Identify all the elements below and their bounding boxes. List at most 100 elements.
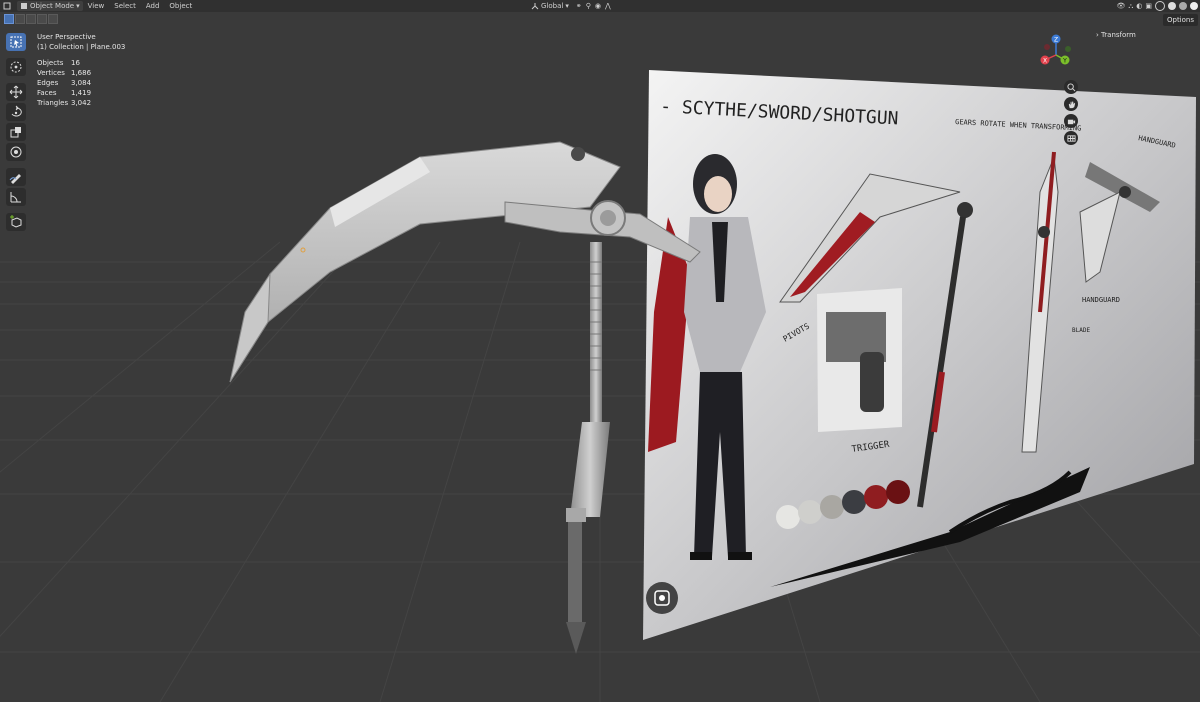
stat-value: 16 xyxy=(71,59,80,67)
mode-dropdown[interactable]: Object Mode ▾ xyxy=(17,1,83,11)
gizmo-x-label: X xyxy=(1043,58,1047,65)
gizmo-toggle-icon[interactable]: ⛬ xyxy=(1128,2,1133,11)
collection-info: (1) Collection | Plane.003 xyxy=(37,43,126,51)
hand-icon xyxy=(1068,100,1075,108)
rotate-tool[interactable] xyxy=(6,103,26,121)
add-cube-tool[interactable] xyxy=(6,213,26,231)
color-swatch xyxy=(776,505,800,529)
selection-mode-buttons xyxy=(4,14,58,24)
viewport-info: User Perspective (1) Collection | Plane.… xyxy=(37,32,125,108)
select-invert-button[interactable] xyxy=(37,14,47,24)
annotate-tool[interactable] xyxy=(6,168,26,186)
shading-controls: 👁 ⛬ ◐ ▣ xyxy=(1116,0,1198,12)
color-swatch xyxy=(842,490,866,514)
screenshot-icon[interactable] xyxy=(646,582,678,614)
gizmo-neg-x[interactable] xyxy=(1044,44,1050,50)
snap-icon[interactable]: ⚲ xyxy=(586,2,591,10)
orientation-dropdown[interactable]: Global ▾ xyxy=(528,1,572,11)
transform-panel-header[interactable]: › Transform xyxy=(1096,31,1136,39)
falloff-icon[interactable]: ⋀ xyxy=(605,2,611,10)
material-shading-icon[interactable] xyxy=(1179,2,1187,10)
tool-shelf xyxy=(4,32,28,233)
zoom-button[interactable] xyxy=(1064,80,1078,94)
stat-label: Objects xyxy=(37,59,64,67)
scale-icon xyxy=(10,127,21,138)
sheet-note-handguard-2: HANDGUARD xyxy=(1082,296,1120,304)
stat-label: Faces xyxy=(37,89,57,97)
navigation-gizmo[interactable]: Z Y X xyxy=(1036,33,1076,73)
gizmo-y-label: Y xyxy=(1062,58,1067,65)
menu-object[interactable]: Object xyxy=(164,2,197,10)
chevron-down-icon: ▾ xyxy=(565,2,569,10)
stat-label: Edges xyxy=(37,79,59,87)
xray-icon[interactable]: ▣ xyxy=(1145,2,1152,10)
orientation-label: Global xyxy=(541,2,564,10)
select-icon xyxy=(10,36,22,48)
scene-statistics: Objects 16 Vertices 1,686 Edges 3,084 Faces… xyxy=(37,58,125,108)
overlay-toggle-icon[interactable]: ◐ xyxy=(1136,2,1142,10)
stat-label: Vertices xyxy=(37,69,65,77)
move-icon xyxy=(9,85,23,99)
rotate-icon xyxy=(11,105,22,117)
move-tool[interactable] xyxy=(6,83,26,101)
trigger-photo xyxy=(817,288,902,432)
stat-row: Objects 16 xyxy=(37,58,125,68)
transform-panel-label: Transform xyxy=(1101,31,1136,39)
stat-value: 3,084 xyxy=(71,79,92,87)
menu-view[interactable]: View xyxy=(83,2,110,10)
select-intersect-button[interactable] xyxy=(48,14,58,24)
select-tool[interactable] xyxy=(6,33,26,51)
annotate-icon xyxy=(9,174,21,184)
chevron-down-icon: ▾ xyxy=(76,2,80,10)
add-cube-icon xyxy=(10,215,22,228)
transform-controls: Global ▾ ⚭ ⚲ ◉ ⋀ xyxy=(528,0,611,12)
stat-row: Triangles 3,042 xyxy=(37,98,125,108)
pivot-icon[interactable]: ⚭ xyxy=(576,2,582,10)
editor-type-button[interactable] xyxy=(0,1,14,11)
color-swatch xyxy=(798,500,822,524)
transform-icon xyxy=(10,146,22,158)
select-subtract-button[interactable] xyxy=(26,14,36,24)
wireframe-shading-icon[interactable] xyxy=(1155,1,1165,11)
stat-row: Vertices 1,686 xyxy=(37,68,125,78)
cursor-icon xyxy=(10,61,22,73)
reference-image-plane[interactable]: - SCYTHE/SWORD/SHOTGUN GEARS ROTATE WHEN… xyxy=(643,70,1196,640)
zoom-icon xyxy=(1066,82,1075,91)
sheet-note-blade: BLADE xyxy=(1072,327,1090,334)
stat-row: Faces 1,419 xyxy=(37,88,125,98)
options-button[interactable]: Options xyxy=(1162,14,1198,26)
measure-tool[interactable] xyxy=(6,188,26,206)
measure-icon xyxy=(10,192,21,203)
cursor-tool[interactable] xyxy=(6,58,26,76)
proportional-edit-icon[interactable]: ◉ xyxy=(595,2,601,10)
camera-view-button[interactable] xyxy=(1064,114,1078,128)
viewport[interactable]: - SCYTHE/SWORD/SHOTGUN GEARS ROTATE WHEN… xyxy=(0,12,1200,702)
mode-label: Object Mode xyxy=(30,2,75,10)
rendered-shading-icon[interactable] xyxy=(1190,2,1198,10)
axis-icon xyxy=(531,3,539,10)
color-swatch xyxy=(820,495,844,519)
select-new-button[interactable] xyxy=(4,14,14,24)
gizmo-neg-y[interactable] xyxy=(1065,46,1071,52)
ortho-toggle-button[interactable] xyxy=(1064,131,1078,145)
stat-value: 1,419 xyxy=(71,89,92,97)
color-swatch xyxy=(886,480,910,504)
transform-tool[interactable] xyxy=(6,143,26,161)
stat-value: 3,042 xyxy=(71,99,92,107)
chevron-right-icon: › xyxy=(1096,31,1099,39)
menu-add[interactable]: Add xyxy=(141,2,165,10)
pan-button[interactable] xyxy=(1064,97,1078,111)
visibility-icon[interactable]: 👁 xyxy=(1116,2,1125,10)
color-swatch xyxy=(864,485,888,509)
viewport-header: Object Mode ▾ View Select Add Object Glo… xyxy=(0,0,1200,12)
scale-tool[interactable] xyxy=(6,123,26,141)
stat-label: Triangles xyxy=(37,99,69,107)
camera-icon xyxy=(1067,119,1075,124)
menu-select[interactable]: Select xyxy=(109,2,141,10)
select-extend-button[interactable] xyxy=(15,14,25,24)
solid-shading-icon[interactable] xyxy=(1168,2,1176,10)
view-name: User Perspective xyxy=(37,33,96,41)
editor-type-icon xyxy=(3,2,11,10)
gizmo-z-label: Z xyxy=(1054,37,1058,44)
scythe-model[interactable] xyxy=(229,141,701,654)
